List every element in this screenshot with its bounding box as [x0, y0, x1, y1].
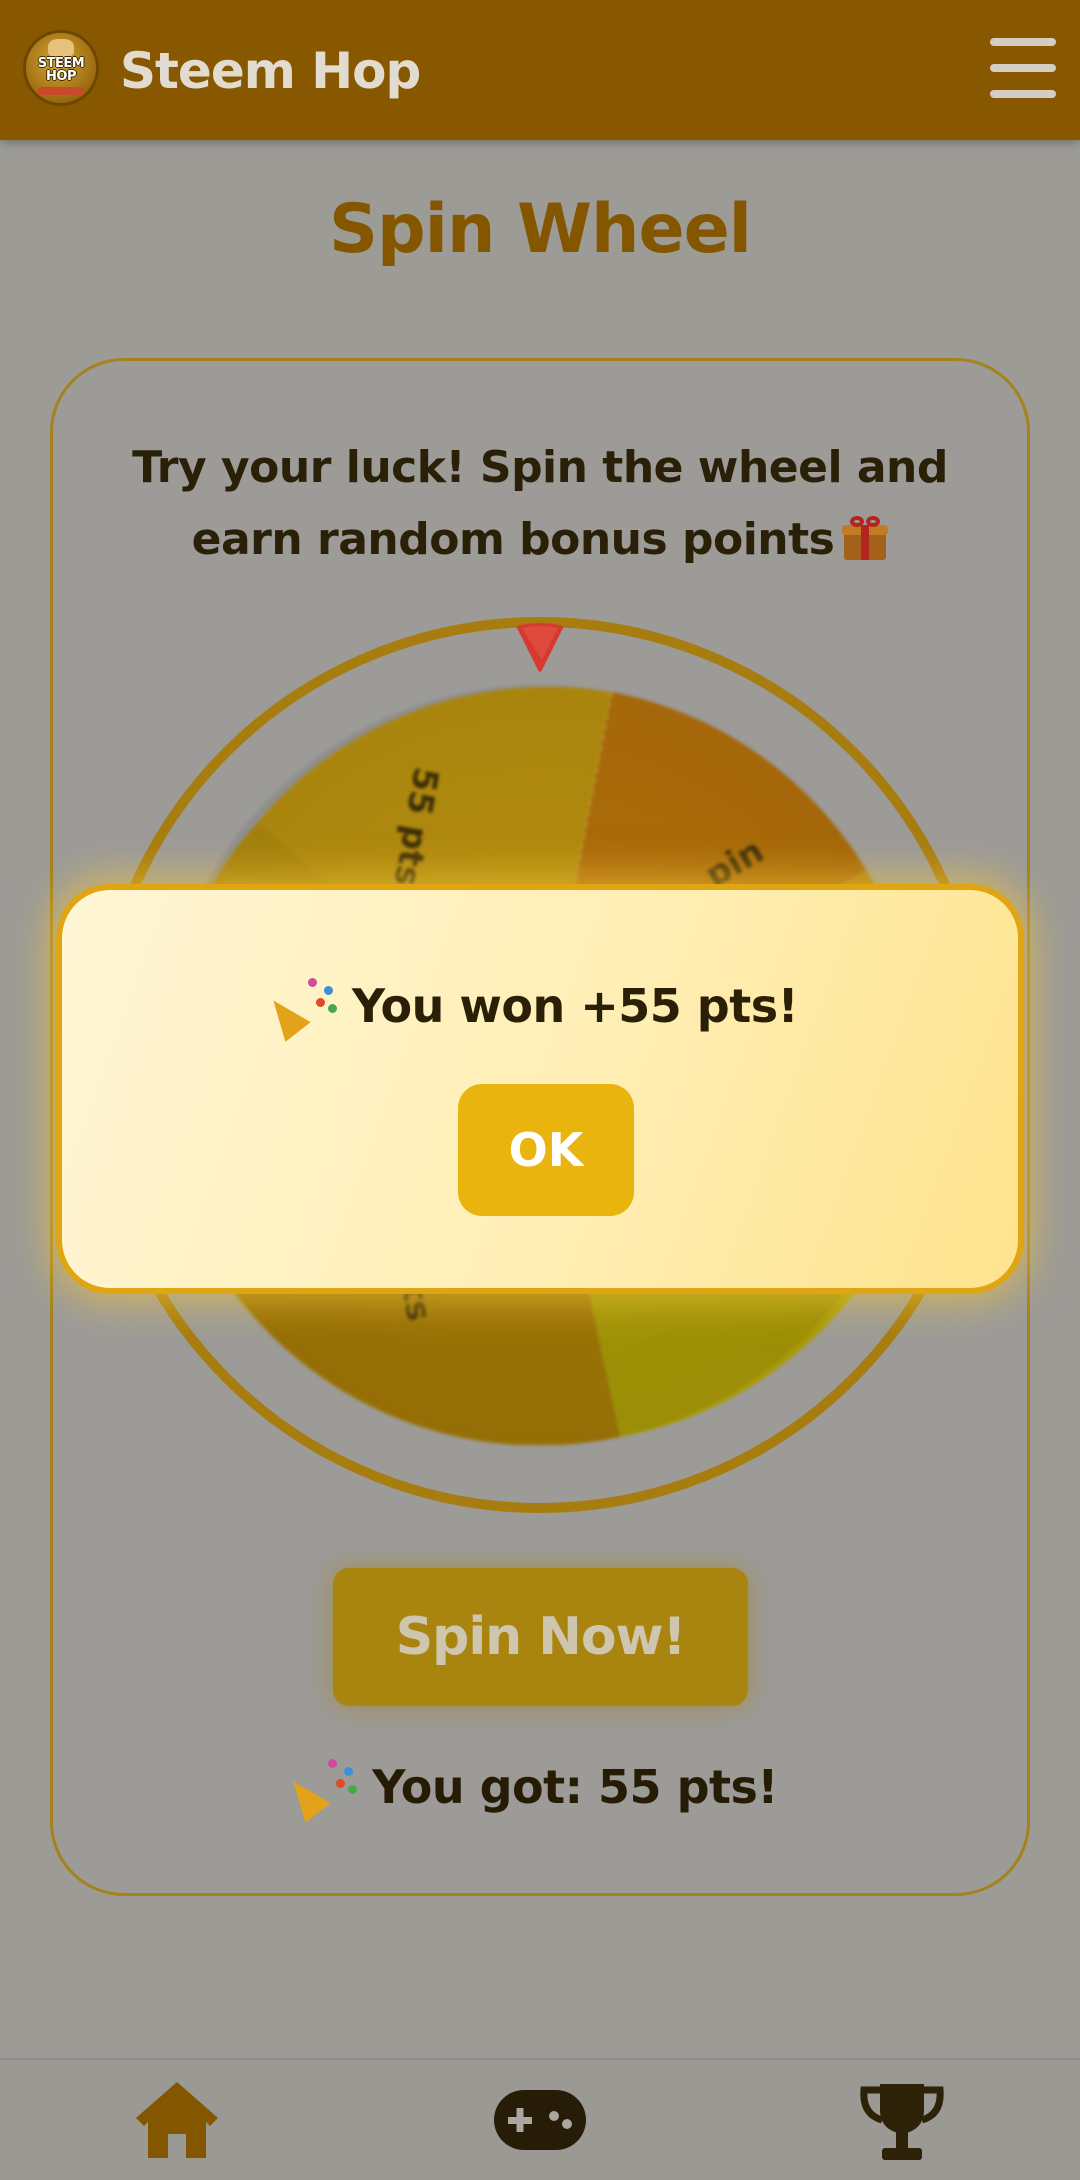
logo-text: STEEM HOP — [37, 56, 85, 84]
party-popper-icon — [260, 976, 338, 1042]
home-icon[interactable] — [134, 2080, 220, 2160]
gamepad-icon[interactable] — [494, 2090, 586, 2150]
page-title: Spin Wheel — [328, 190, 752, 269]
steem-hop-logo[interactable]: STEEM HOP — [26, 33, 96, 103]
win-message-text: You won +55 pts! — [351, 979, 799, 1033]
logo-base — [38, 87, 84, 95]
win-message: You won +55 pts! — [62, 970, 1018, 1042]
wheel-pointer-icon — [516, 623, 564, 672]
logo-mascot-ears — [48, 39, 74, 57]
spin-now-button[interactable]: Spin Now! — [333, 1568, 748, 1706]
description-line-2-text: earn random bonus points — [191, 514, 835, 565]
app-title[interactable]: Steem Hop — [120, 36, 421, 106]
hamburger-menu-icon[interactable] — [990, 38, 1056, 98]
spin-result-text: You got: 55 pts! — [0, 1752, 1080, 1823]
top-app-bar: STEEM HOP Steem Hop — [0, 0, 1080, 140]
win-dialog: You won +55 pts! OK — [56, 884, 1024, 1294]
result-text-value: You got: 55 pts! — [372, 1760, 778, 1814]
party-popper-icon — [280, 1757, 358, 1823]
ok-button[interactable]: OK — [458, 1084, 634, 1216]
description-line-1: Try your luck! Spin the wheel and — [132, 442, 948, 493]
trophy-icon[interactable] — [860, 2080, 944, 2164]
card-description: Try your luck! Spin the wheel and earn r… — [100, 432, 980, 576]
description-line-2: earn random bonus points — [100, 504, 980, 576]
gift-icon — [842, 516, 889, 560]
